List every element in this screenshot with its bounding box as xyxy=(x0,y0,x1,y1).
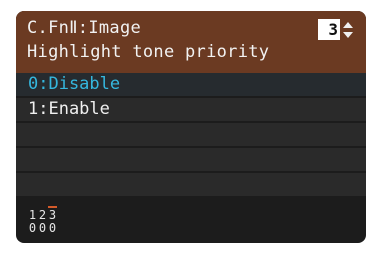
function-number[interactable]: 3 xyxy=(318,19,340,40)
menu-header: C.FnⅡ:Image Highlight tone priority 3 xyxy=(16,11,366,73)
option-enable[interactable]: 1:Enable xyxy=(16,98,366,123)
camera-menu-screen: C.FnⅡ:Image Highlight tone priority 3 0:… xyxy=(16,11,366,243)
summary-column-1: 1 0 xyxy=(28,209,37,235)
summary-value: 0 xyxy=(48,221,57,235)
active-marker xyxy=(48,206,57,208)
summary-value: 0 xyxy=(28,221,37,235)
summary-column-3: 3 0 xyxy=(48,206,57,235)
page-title: C.FnⅡ:Image xyxy=(27,18,142,38)
options-list: 0:Disable 1:Enable xyxy=(16,73,366,198)
option-disable[interactable]: 0:Disable xyxy=(16,73,366,98)
settings-summary: 1 0 2 0 3 0 xyxy=(28,206,148,239)
summary-value: 0 xyxy=(38,221,47,235)
empty-row xyxy=(16,148,366,173)
up-down-arrows-icon[interactable] xyxy=(342,20,354,40)
empty-row xyxy=(16,123,366,148)
summary-column-2: 2 0 xyxy=(38,209,47,235)
function-name: Highlight tone priority xyxy=(27,42,270,62)
empty-row xyxy=(16,173,366,198)
